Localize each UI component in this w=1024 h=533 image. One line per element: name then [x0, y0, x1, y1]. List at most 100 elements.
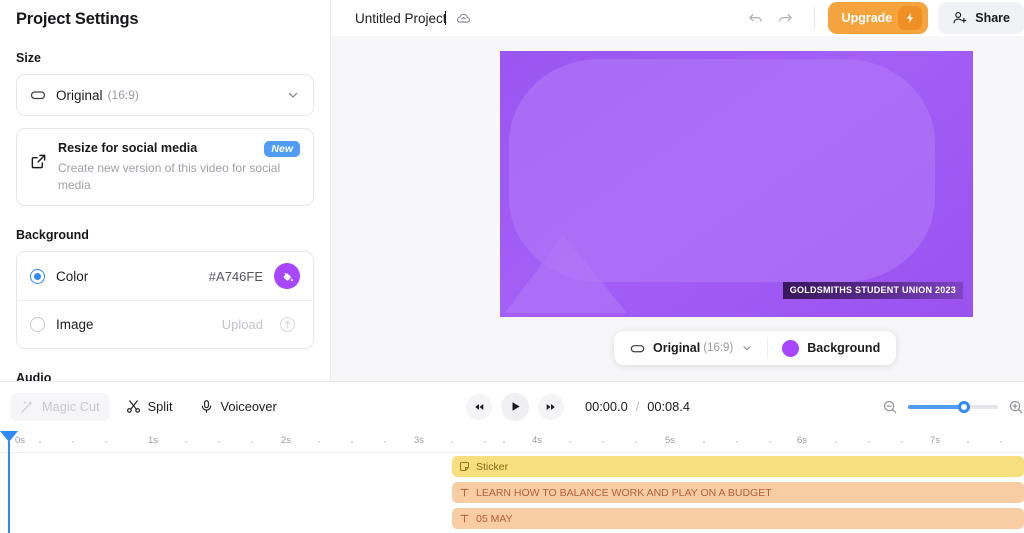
- magic-cut-button: Magic Cut: [10, 392, 110, 421]
- scissors-icon: [126, 399, 141, 414]
- project-settings-sidebar: Project Settings Size Original (16:9) Re…: [0, 0, 331, 381]
- text-icon: [459, 487, 470, 498]
- ruler-tick-dot: [351, 441, 353, 443]
- size-dropdown[interactable]: Original (16:9): [16, 74, 314, 116]
- playhead[interactable]: [0, 431, 18, 533]
- ruler-tick-dot: [769, 441, 771, 443]
- zoom-out-icon[interactable]: [882, 399, 898, 415]
- paint-bucket-icon: [281, 270, 294, 283]
- header-actions: Upgrade Share: [741, 2, 1024, 34]
- timeline-clip[interactable]: LEARN HOW TO BALANCE WORK AND PLAY ON A …: [452, 482, 1024, 503]
- resize-card-title: Resize for social media: [58, 141, 198, 155]
- background-image-row[interactable]: Image Upload: [17, 300, 313, 348]
- microphone-icon: [199, 399, 214, 414]
- canvas-background-button[interactable]: Background: [772, 335, 890, 361]
- audio-section-label: Audio: [16, 371, 52, 381]
- skip-forward-icon[interactable]: [538, 393, 564, 420]
- ruler-tick-label: 2s: [280, 435, 292, 446]
- ruler-tick-label: 7s: [929, 435, 941, 446]
- editor-bottom-bar: Magic Cut Split Voiceover 00:00.0 / 00:0…: [0, 381, 1024, 431]
- ruler-tick-dot: [318, 441, 320, 443]
- chevron-down-icon: [286, 88, 300, 102]
- share-button-label: Share: [975, 11, 1010, 25]
- text-caret: [444, 10, 447, 25]
- zoom-in-icon[interactable]: [1008, 399, 1024, 415]
- canvas-background-label: Background: [807, 341, 881, 355]
- playback-controls: 00:00.0 / 00:08.4: [466, 392, 690, 421]
- canvas-toolbar: Original (16:9) Background: [614, 331, 897, 365]
- video-editor-app: Project Settings Size Original (16:9) Re…: [0, 0, 1024, 533]
- project-title-text: Untitled Project: [355, 10, 447, 26]
- timeline-ruler[interactable]: 0s 1s 2s 3s 4s 5s 6s 7s: [0, 431, 1024, 453]
- app-header: Untitled Project Upgrade Share: [331, 0, 1024, 36]
- voiceover-button[interactable]: Voiceover: [189, 393, 287, 421]
- ruler-tick-dot: [218, 441, 220, 443]
- project-title-input[interactable]: Untitled Project: [355, 9, 447, 28]
- size-selected-label: Original: [56, 87, 103, 103]
- ruler-tick-dot: [835, 441, 837, 443]
- timeline-zoom-control: [882, 399, 1024, 415]
- background-color-row[interactable]: Color #A746FE: [17, 252, 313, 300]
- timeline-clip-label: Sticker: [476, 460, 509, 473]
- resize-card-body: Resize for social media New Create new v…: [58, 141, 300, 193]
- timeline-clip[interactable]: Sticker: [452, 456, 1024, 477]
- ruler-tick-dot: [503, 441, 505, 443]
- chevron-down-icon: [741, 342, 753, 354]
- ruler-tick-dot: [105, 441, 107, 443]
- color-swatch-button[interactable]: [274, 263, 300, 290]
- text-icon: [459, 513, 470, 524]
- ruler-tick-dot: [484, 441, 486, 443]
- background-color-label: Color: [56, 268, 89, 284]
- share-button[interactable]: Share: [938, 2, 1024, 34]
- magic-wand-icon: [20, 399, 35, 414]
- upgrade-button-label: Upgrade: [841, 11, 893, 25]
- ruler-tick-label: 4s: [531, 435, 543, 446]
- ruler-tick-dot: [967, 441, 969, 443]
- external-link-icon: [30, 141, 47, 193]
- ruler-tick-label: 1s: [147, 435, 159, 446]
- zoom-slider-fill: [908, 404, 964, 409]
- ruler-tick-dot: [901, 441, 903, 443]
- background-color-dot: [782, 339, 800, 357]
- resize-card-title-row: Resize for social media New: [58, 141, 300, 158]
- new-badge: New: [264, 141, 300, 158]
- canvas-size-button[interactable]: Original (16:9): [620, 335, 763, 361]
- image-radio[interactable]: [30, 317, 45, 333]
- redo-arrow-icon[interactable]: [771, 3, 801, 33]
- aspect-ratio-icon: [30, 87, 46, 103]
- timeline[interactable]: 0s 1s 2s 3s 4s 5s 6s 7s Sticker LEARN HOW TO BAL…: [0, 431, 1024, 533]
- background-section-label: Background: [16, 228, 89, 243]
- split-button[interactable]: Split: [116, 393, 183, 421]
- zoom-slider-knob[interactable]: [957, 400, 970, 413]
- caption-badge[interactable]: GOLDSMITHS STUDENT UNION 2023: [782, 282, 963, 299]
- undo-arrow-icon[interactable]: [741, 3, 771, 33]
- size-section-label: Size: [16, 51, 42, 65]
- current-time: 00:00.0: [585, 399, 628, 414]
- zoom-slider[interactable]: [908, 400, 998, 413]
- background-options-card: Color #A746FE Image Upload: [16, 251, 314, 350]
- time-readout: 00:00.0 / 00:08.4: [585, 399, 690, 414]
- ruler-tick-dot: [384, 441, 386, 443]
- ruler-tick-dot: [602, 441, 604, 443]
- ruler-tick-dot: [736, 441, 738, 443]
- playhead-handle[interactable]: [0, 431, 18, 442]
- upload-cloud-icon[interactable]: [274, 312, 300, 338]
- resize-for-social-media-card[interactable]: Resize for social media New Create new v…: [16, 128, 314, 207]
- video-preview[interactable]: GOLDSMITHS STUDENT UNION 2023: [500, 51, 973, 317]
- ruler-tick-dot: [185, 441, 187, 443]
- ruler-tick-dot: [39, 441, 41, 443]
- background-color-value: #A746FE: [208, 268, 263, 284]
- skip-back-icon[interactable]: [466, 393, 492, 420]
- cloud-sync-icon: [455, 10, 472, 27]
- size-dropdown-row[interactable]: Original (16:9): [17, 75, 313, 115]
- ruler-tick-dot: [703, 441, 705, 443]
- color-radio[interactable]: [30, 268, 45, 284]
- play-icon[interactable]: [501, 392, 529, 421]
- timeline-clip-label: 05 MAY: [476, 512, 513, 525]
- aspect-ratio-icon: [630, 341, 645, 356]
- ruler-tick-label: 6s: [796, 435, 808, 446]
- timeline-clip[interactable]: 05 MAY: [452, 508, 1024, 529]
- total-time: 00:08.4: [647, 399, 690, 414]
- upgrade-button[interactable]: Upgrade: [827, 2, 929, 34]
- canvas-size-label: Original: [653, 341, 701, 355]
